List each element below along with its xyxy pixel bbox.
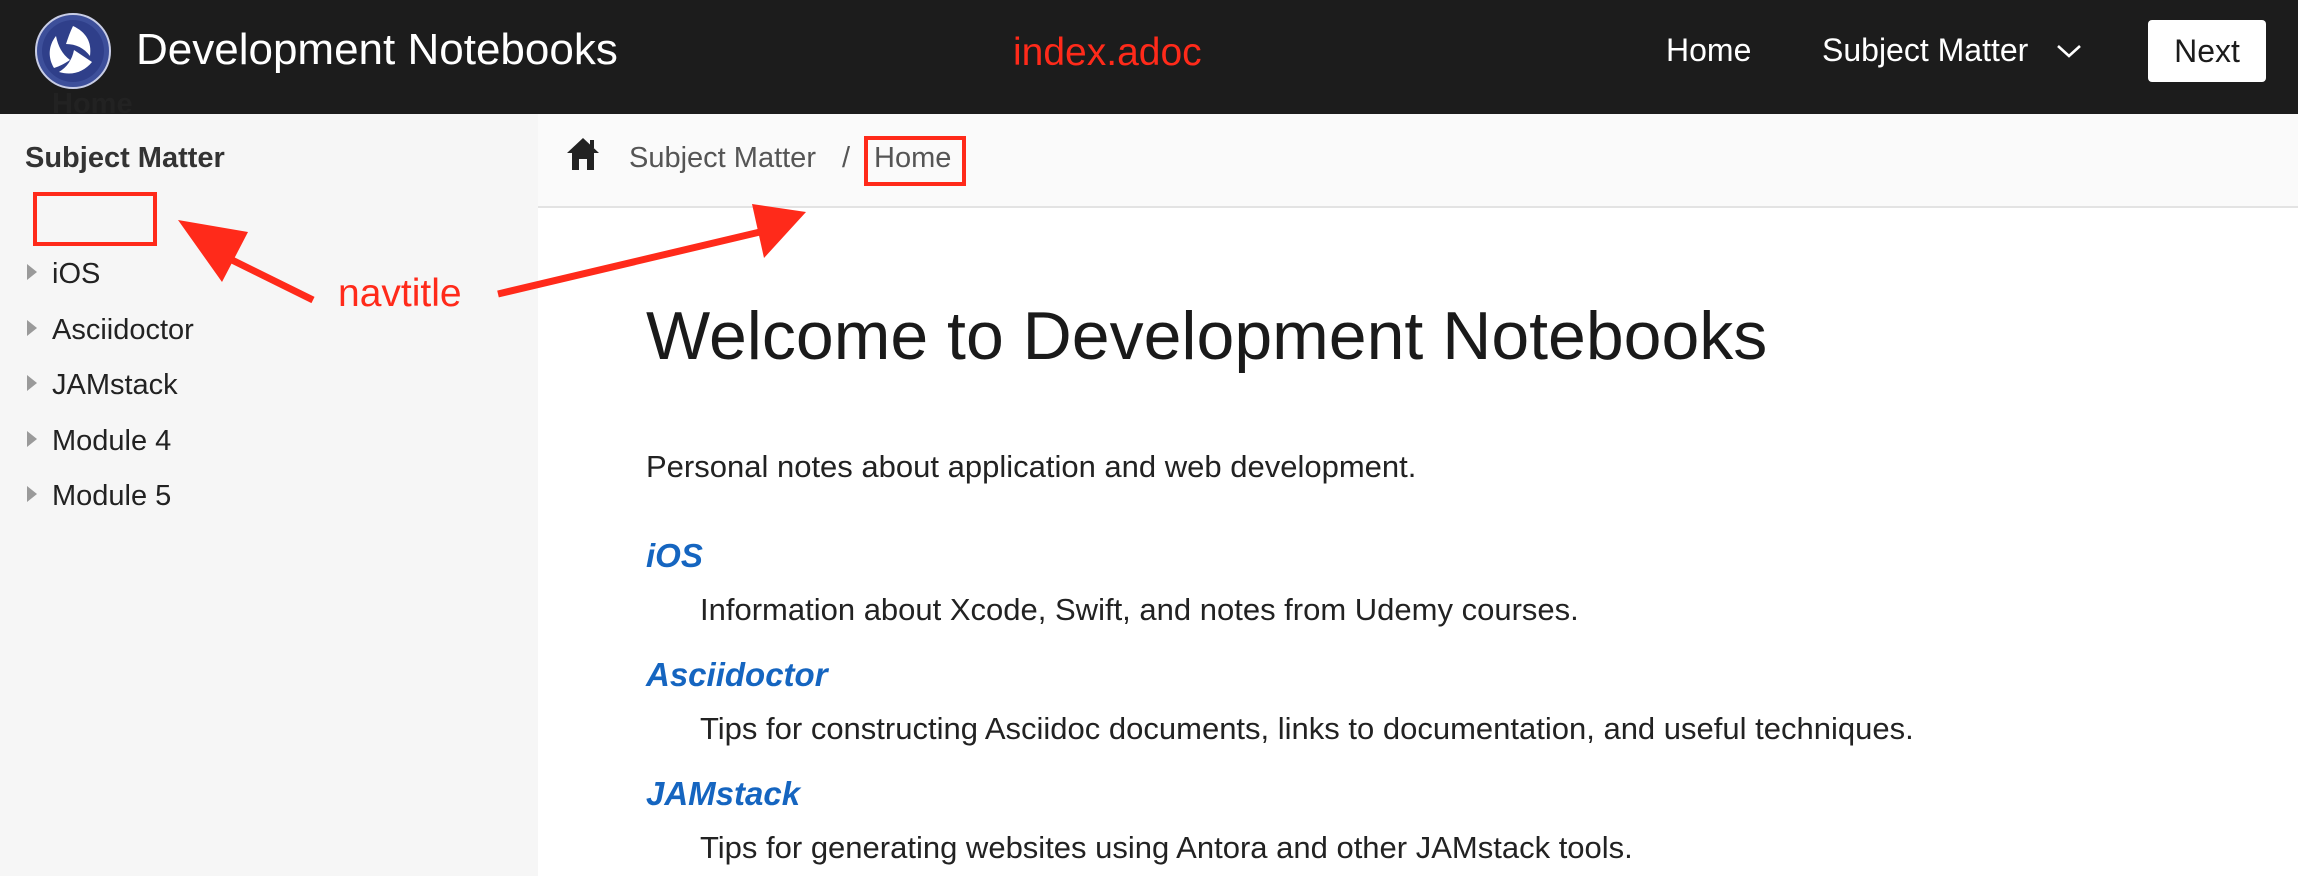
- triangle-right-icon[interactable]: [27, 320, 37, 336]
- nav-home-link[interactable]: Home: [1666, 30, 1751, 70]
- home-icon[interactable]: [566, 136, 600, 172]
- triangle-right-icon[interactable]: [27, 486, 37, 502]
- triangle-right-icon[interactable]: [27, 264, 37, 280]
- section-description-asciidoctor: Tips for constructing Asciidoc documents…: [700, 711, 1914, 746]
- nav-subject-matter-dropdown[interactable]: Subject Matter: [1822, 30, 2028, 70]
- section-description-ios: Information about Xcode, Swift, and note…: [700, 592, 1579, 627]
- sidebar-heading: Subject Matter: [25, 142, 225, 174]
- annotation-navtitle-label: navtitle: [338, 272, 462, 315]
- sidebar-item-jamstack[interactable]: JAMstack: [52, 367, 178, 403]
- chevron-down-icon[interactable]: [2054, 38, 2084, 64]
- annotation-file-label: index.adoc: [1013, 31, 1202, 74]
- sidebar-item-home[interactable]: Home: [52, 86, 133, 122]
- section-description-jamstack: Tips for generating websites using Antor…: [700, 830, 1633, 865]
- annotation-arrowhead: [752, 204, 806, 258]
- section-link-jamstack[interactable]: JAMstack: [646, 774, 800, 814]
- page-title: Welcome to Development Notebooks: [646, 298, 1768, 374]
- triangle-right-icon[interactable]: [27, 375, 37, 391]
- sidebar-item-asciidoctor[interactable]: Asciidoctor: [52, 312, 194, 348]
- section-link-asciidoctor[interactable]: Asciidoctor: [646, 655, 828, 695]
- annotation-highlight-box: [33, 192, 157, 246]
- section-link-ios[interactable]: iOS: [646, 536, 703, 576]
- annotation-highlight-box: [864, 136, 966, 186]
- breadcrumb-separator: /: [842, 142, 851, 174]
- sidebar-item-ios[interactable]: iOS: [52, 256, 100, 292]
- sidebar-item-module-5[interactable]: Module 5: [52, 478, 171, 514]
- breadcrumb-subject-matter[interactable]: Subject Matter: [629, 140, 816, 176]
- site-title[interactable]: Development Notebooks: [136, 24, 618, 76]
- next-button[interactable]: Next: [2148, 20, 2266, 82]
- sidebar-item-module-4[interactable]: Module 4: [52, 423, 171, 459]
- logo-icon[interactable]: [34, 12, 112, 90]
- triangle-right-icon[interactable]: [27, 431, 37, 447]
- intro-paragraph: Personal notes about application and web…: [646, 449, 1417, 484]
